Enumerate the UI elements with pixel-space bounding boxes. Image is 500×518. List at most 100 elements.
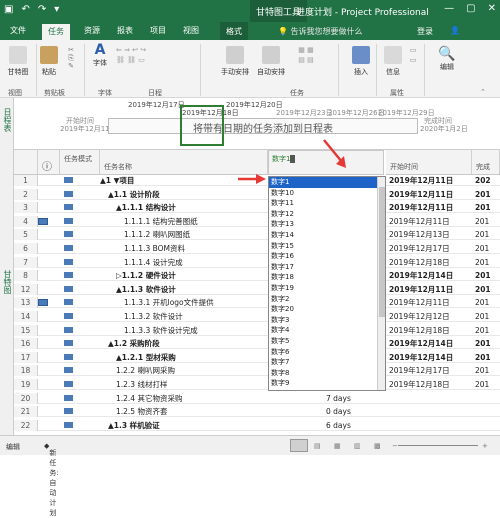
dropdown-option[interactable]: 数字2 [269, 294, 377, 305]
header-task-mode[interactable]: 任务模式 [60, 150, 100, 175]
task-finish[interactable]: 201 [472, 257, 500, 268]
table-row[interactable]: 21 1.2.5 物资齐套 0 days [14, 406, 500, 418]
row-number[interactable]: 6 [14, 243, 38, 254]
task-start[interactable]: 2019年12月18日 [386, 325, 472, 336]
insert-button[interactable]: 插入 [350, 46, 372, 77]
info-button[interactable]: 信息 [382, 46, 404, 77]
task-start[interactable]: 2019年12月11日 [386, 175, 472, 186]
dropdown-scroll-thumb[interactable] [379, 187, 385, 317]
row-number[interactable]: 20 [14, 392, 38, 404]
row-number[interactable]: 7 [14, 256, 38, 268]
gantt-view-icon[interactable] [290, 439, 308, 452]
task-name[interactable]: ▲1.2.1 型材采购 [100, 352, 290, 363]
task-name[interactable]: ▲1.1 设计阶段 [100, 189, 290, 200]
task-name[interactable]: 1.1.1.4 设计完成 [100, 257, 290, 268]
row-number[interactable]: 3 [14, 202, 38, 214]
row-number[interactable]: 4 [14, 215, 38, 227]
row-number[interactable]: 2 [14, 188, 38, 200]
dropdown-option[interactable]: 数字4 [269, 325, 377, 336]
task-name[interactable]: 1.2.2 喇叭网采购 [100, 365, 290, 376]
table-row[interactable]: 17 ▲1.2.1 型材采购 2019年12月14日 201 [14, 351, 500, 363]
table-row[interactable]: 20 1.2.4 其它物资采购 7 days [14, 392, 500, 404]
manual-schedule-button[interactable]: 手动安排 [218, 46, 252, 77]
task-start[interactable] [386, 420, 472, 431]
dropdown-option[interactable]: 数字15 [269, 241, 377, 252]
header-start[interactable]: 开始时间 [386, 150, 472, 175]
dropdown-scrollbar[interactable] [377, 177, 385, 390]
dropdown-option[interactable]: 数字7 [269, 357, 377, 368]
table-row[interactable]: 16 ▲1.2 采购阶段 2019年12月14日 201 [14, 338, 500, 350]
save-icon[interactable]: ▣ [4, 4, 13, 15]
notes-tools[interactable]: ▭ ▭ [406, 46, 420, 66]
team-planner-icon[interactable]: ▦ [334, 442, 341, 450]
task-finish[interactable]: 201 [472, 338, 500, 349]
task-finish[interactable]: 201 [472, 243, 500, 254]
task-start[interactable]: 2019年12月17日 [386, 243, 472, 254]
task-start[interactable]: 2019年12月12日 [386, 311, 472, 322]
row-number[interactable]: 15 [14, 324, 38, 336]
task-duration[interactable]: 0 days [326, 406, 386, 417]
header-select-all[interactable] [14, 150, 38, 175]
table-row[interactable]: 13 1.1.3.1 开机logo文件提供 2019年12月11日 201 [14, 297, 500, 309]
task-finish[interactable] [472, 406, 500, 417]
dropdown-option[interactable]: 数字3 [269, 315, 377, 326]
task-duration[interactable]: 7 days [326, 393, 386, 404]
task-finish[interactable]: 201 [472, 229, 500, 240]
dropdown-option[interactable]: 数字6 [269, 347, 377, 358]
task-name[interactable]: ▷1.1.2 硬件设计 [100, 270, 290, 281]
task-name[interactable]: 1.1.3.2 软件设计 [100, 311, 290, 322]
table-row[interactable]: 7 1.1.1.4 设计完成 2019年12月18日 201 [14, 256, 500, 268]
task-duration[interactable]: 6 days [326, 420, 386, 431]
collapse-ribbon-icon[interactable]: ⌃ [480, 88, 486, 96]
header-info[interactable]: ⓘ [38, 150, 60, 175]
tab-format[interactable]: 格式 [220, 22, 248, 40]
share-icon[interactable]: 👤 [450, 26, 460, 35]
table-row[interactable]: 19 1.2.3 线材打样 2019年12月18日 201 [14, 379, 500, 390]
edit-button[interactable]: 🔍 编辑 [432, 46, 462, 72]
task-name[interactable]: 1.2.4 其它物资采购 [100, 393, 290, 404]
table-row[interactable]: 15 1.1.3.3 软件设计完成 2019年12月18日 201 [14, 324, 500, 336]
row-number[interactable]: 14 [14, 311, 38, 322]
resource-sheet-icon[interactable]: ▥ [354, 442, 361, 450]
task-start[interactable]: 2019年12月14日 [386, 352, 472, 363]
task-finish[interactable]: 202 [472, 175, 500, 186]
tab-resource[interactable]: 资源 [84, 25, 100, 36]
task-finish[interactable]: 201 [472, 311, 500, 322]
redo-icon[interactable]: ↷ [38, 4, 46, 15]
task-start[interactable] [386, 393, 472, 404]
tab-view[interactable]: 视图 [183, 25, 199, 36]
task-name[interactable]: 1.1.1.1 结构完善图纸 [100, 216, 290, 227]
timeline-placeholder[interactable]: 将带有日期的任务添加到日程表 [108, 118, 418, 135]
task-start[interactable]: 2019年12月11日 [386, 189, 472, 200]
undo-icon[interactable]: ↶ [21, 4, 29, 15]
row-number[interactable]: 1 [14, 175, 38, 186]
zoom-slider[interactable] [398, 445, 478, 446]
tab-task[interactable]: 任务 [42, 24, 70, 40]
task-finish[interactable]: 201 [472, 270, 500, 281]
tell-me-search[interactable]: 💡 告诉我您想要做什么 [278, 26, 363, 37]
row-number[interactable]: 16 [14, 338, 38, 350]
customize-icon[interactable]: ▾ [54, 4, 59, 15]
dropdown-option[interactable]: 数字17 [269, 262, 377, 273]
login-link[interactable]: 登录 [417, 26, 433, 37]
table-row[interactable]: 5 1.1.1.2 喇叭网图纸 2019年12月13日 201 [14, 229, 500, 241]
task-finish[interactable]: 201 [472, 379, 500, 390]
dropdown-option[interactable]: 数字16 [269, 251, 377, 262]
task-name[interactable]: 1.1.1.2 喇叭网图纸 [100, 229, 290, 240]
table-row[interactable]: 8 ▷1.1.2 硬件设计 2019年12月14日 201 [14, 270, 500, 282]
task-start[interactable]: 2019年12月11日 [386, 202, 472, 213]
report-icon[interactable]: ▩ [374, 442, 381, 450]
row-number[interactable]: 19 [14, 379, 38, 390]
task-finish[interactable]: 201 [472, 284, 500, 295]
task-name[interactable]: 1.2.3 线材打样 [100, 379, 290, 390]
task-finish[interactable] [472, 420, 500, 431]
task-mode-tools[interactable]: ▦ ▦ ▤ ▤ [292, 46, 320, 66]
task-start[interactable]: 2019年12月14日 [386, 338, 472, 349]
row-number[interactable]: 17 [14, 351, 38, 363]
task-start[interactable] [386, 406, 472, 417]
task-finish[interactable]: 201 [472, 202, 500, 213]
zoom-out-icon[interactable]: − [392, 442, 398, 450]
task-name[interactable]: ▲1.1.3 软件设计 [100, 284, 290, 295]
task-start[interactable]: 2019年12月13日 [386, 229, 472, 240]
task-name[interactable]: 1.2.5 物资齐套 [100, 406, 290, 417]
